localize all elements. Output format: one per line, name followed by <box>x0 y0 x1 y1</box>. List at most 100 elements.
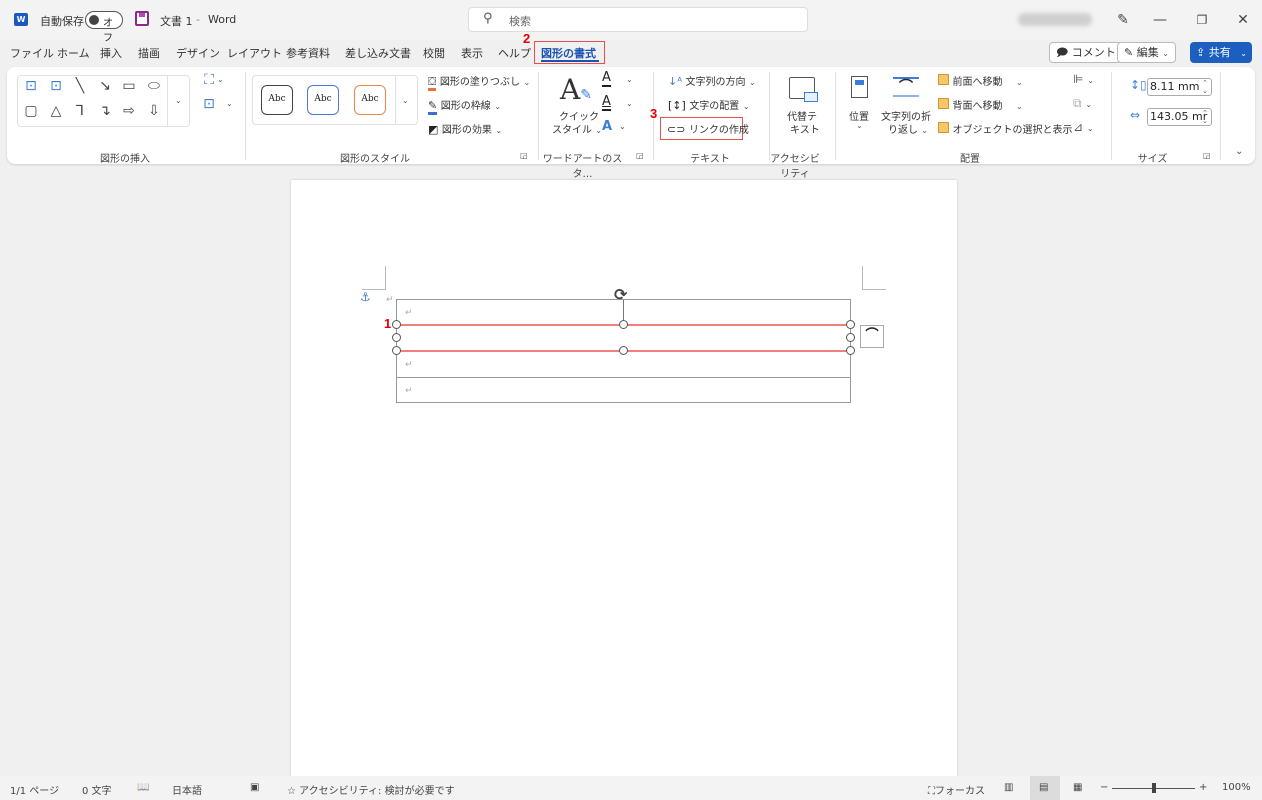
textbox-icon[interactable]: ⊡ <box>21 78 41 94</box>
tab-home[interactable]: ホーム <box>57 45 90 61</box>
align-text-button[interactable]: [↕] 文字の配置 ⌄ <box>668 97 750 112</box>
shape-style-1[interactable]: Abc <box>261 85 293 115</box>
spinner-arrows-icon[interactable]: ⌃ ⌄ <box>1202 109 1208 125</box>
oval-icon[interactable]: ⬭ <box>144 78 164 94</box>
tab-help[interactable]: ヘルプ <box>498 45 531 61</box>
macro-recording-icon[interactable]: ▣ <box>250 782 259 793</box>
spinner-arrows-icon[interactable]: ⌃ ⌄ <box>1202 79 1208 95</box>
dialog-launcher-icon[interactable]: ◲ <box>520 151 528 160</box>
shape-outline-button[interactable]: ✎ 図形の枠線 ⌄ <box>428 97 501 115</box>
text-fill-icon[interactable]: A <box>602 71 611 87</box>
word-count[interactable]: 0 文字 <box>82 782 112 797</box>
close-button[interactable]: ✕ <box>1228 9 1258 31</box>
edit-button[interactable]: ✎ 編集 ⌄ <box>1117 42 1176 63</box>
down-arrow-icon[interactable]: ⇩ <box>144 103 164 119</box>
zoom-in-button[interactable]: + <box>1199 782 1207 793</box>
web-layout-icon[interactable]: ▦ <box>1073 782 1082 793</box>
text-direction-button[interactable]: ↓ᴬ 文字列の方向 ⌄ <box>668 73 756 88</box>
rounded-rectangle-icon[interactable]: ▢ <box>21 103 41 119</box>
shapes-more-icon[interactable]: ⌄ <box>175 96 182 105</box>
rotate-icon[interactable]: ⊿ ⌄ <box>1073 120 1094 134</box>
wrap-text-icon[interactable]: ⌒ <box>893 77 919 97</box>
arrow-line-icon[interactable]: ↘ <box>95 78 115 94</box>
collapse-ribbon-icon[interactable]: ⌄ <box>1235 146 1243 157</box>
elbow-arrow-icon[interactable]: ↴ <box>95 103 115 119</box>
tab-view[interactable]: 表示 <box>461 45 483 61</box>
layout-options-icon[interactable]: ⌒ <box>860 325 884 348</box>
accessibility-status[interactable]: ☆ アクセシビリティ: 検討が必要です <box>287 782 455 797</box>
minimize-button[interactable]: — <box>1145 9 1175 31</box>
resize-handle[interactable] <box>846 333 855 342</box>
tab-shape-format[interactable]: 図形の書式 <box>541 45 596 61</box>
read-mode-icon[interactable]: ▥ <box>1004 782 1013 793</box>
save-icon[interactable] <box>135 11 149 26</box>
right-arrow-icon[interactable]: ⇨ <box>119 103 139 119</box>
draw-textbox-icon[interactable]: ⊡ <box>199 96 219 112</box>
edit-shape-icon[interactable]: ⛶ <box>199 72 219 88</box>
chevron-down-icon[interactable]: ⌄ <box>619 122 626 131</box>
tab-draw[interactable]: 描画 <box>138 45 160 61</box>
rectangle-icon[interactable]: ▭ <box>119 78 139 94</box>
styles-more-icon[interactable]: ⌄ <box>402 96 409 105</box>
height-input[interactable]: 8.11 mm ⌃ ⌄ <box>1147 78 1212 96</box>
text-outline-icon[interactable]: A <box>602 95 611 111</box>
triangle-icon[interactable]: △ <box>46 103 66 119</box>
search-box[interactable]: ⚲ 検索 <box>468 7 808 32</box>
account-name[interactable] <box>1018 13 1092 26</box>
align-icon[interactable]: ⊫ ⌄ <box>1073 72 1094 86</box>
proofing-icon[interactable]: 📖 <box>137 782 149 793</box>
chevron-down-icon[interactable]: ⌄ <box>226 99 233 108</box>
elbow-connector-icon[interactable]: ⅂ <box>70 103 90 119</box>
tab-file[interactable]: ファイル <box>10 45 54 61</box>
language[interactable]: 日本語 <box>172 782 202 797</box>
table-row[interactable]: ↵ <box>396 377 851 403</box>
send-backward-button[interactable]: 背面へ移動 ⌄ <box>938 97 1023 112</box>
print-layout-button[interactable]: ▤ <box>1030 776 1060 800</box>
chevron-down-icon[interactable]: ⌄ <box>217 75 224 84</box>
resize-handle[interactable] <box>846 320 855 329</box>
pen-icon[interactable]: ✎ <box>1108 9 1138 31</box>
alt-text-label-2[interactable]: キスト <box>790 121 820 136</box>
zoom-slider-thumb[interactable] <box>1151 783 1156 793</box>
page-count[interactable]: 1/1 ページ <box>10 782 59 797</box>
zoom-level[interactable]: 100% <box>1222 782 1251 793</box>
resize-handle[interactable] <box>619 346 628 355</box>
chevron-down-icon[interactable]: ⌄ <box>856 121 863 130</box>
zoom-out-button[interactable]: − <box>1100 782 1108 793</box>
position-icon[interactable] <box>851 76 868 98</box>
share-button[interactable]: ⇪ 共有 ⌄ <box>1190 42 1252 63</box>
resize-handle[interactable] <box>392 320 401 329</box>
resize-handle[interactable] <box>619 320 628 329</box>
selection-pane-button[interactable]: オブジェクトの選択と表示 <box>938 121 1073 136</box>
tab-mailings[interactable]: 差し込み文書 <box>345 45 411 61</box>
tab-review[interactable]: 校閲 <box>423 45 445 61</box>
autosave-toggle[interactable]: オフ <box>85 11 123 44</box>
document-page[interactable] <box>291 180 957 776</box>
focus-button[interactable]: ⛶フォーカス <box>928 782 985 797</box>
tab-layout[interactable]: レイアウト <box>227 45 282 61</box>
comment-button[interactable]: 🗩 コメント <box>1049 42 1123 63</box>
line-icon[interactable]: ╲ <box>70 78 90 94</box>
restore-button[interactable]: ❐ <box>1187 9 1217 31</box>
bring-forward-button[interactable]: 前面へ移動 ⌄ <box>938 73 1023 88</box>
create-link-button[interactable]: ⊂⊃ リンクの作成 <box>667 121 749 136</box>
chevron-down-icon[interactable]: ⌄ <box>626 99 633 108</box>
resize-handle[interactable] <box>392 346 401 355</box>
shape-fill-button[interactable]: ⛋ 図形の塗りつぶし ⌄ <box>428 73 530 91</box>
width-input[interactable]: 143.05 mr ⌃ ⌄ <box>1147 108 1212 126</box>
dialog-launcher-icon[interactable]: ◲ <box>1203 151 1211 160</box>
dialog-launcher-icon[interactable]: ◲ <box>636 151 644 160</box>
tab-insert[interactable]: 挿入 <box>100 45 122 61</box>
shape-style-2[interactable]: Abc <box>307 85 339 115</box>
alt-text-icon[interactable] <box>789 77 818 102</box>
quick-style-label-2[interactable]: スタイル ⌄ <box>552 121 602 136</box>
rotate-handle-icon[interactable]: ⟳ <box>614 285 627 304</box>
vertical-textbox-icon[interactable]: ⊡ <box>46 78 66 94</box>
tab-design[interactable]: デザイン <box>176 45 220 61</box>
shape-effects-button[interactable]: ◩ 図形の効果 ⌄ <box>428 121 502 136</box>
text-effects-icon[interactable]: A <box>602 119 612 134</box>
quick-style-icon[interactable]: A✎ <box>560 73 592 106</box>
chevron-down-icon[interactable]: ⌄ <box>626 75 633 84</box>
resize-handle[interactable] <box>846 346 855 355</box>
tab-references[interactable]: 参考資料 <box>286 45 330 61</box>
